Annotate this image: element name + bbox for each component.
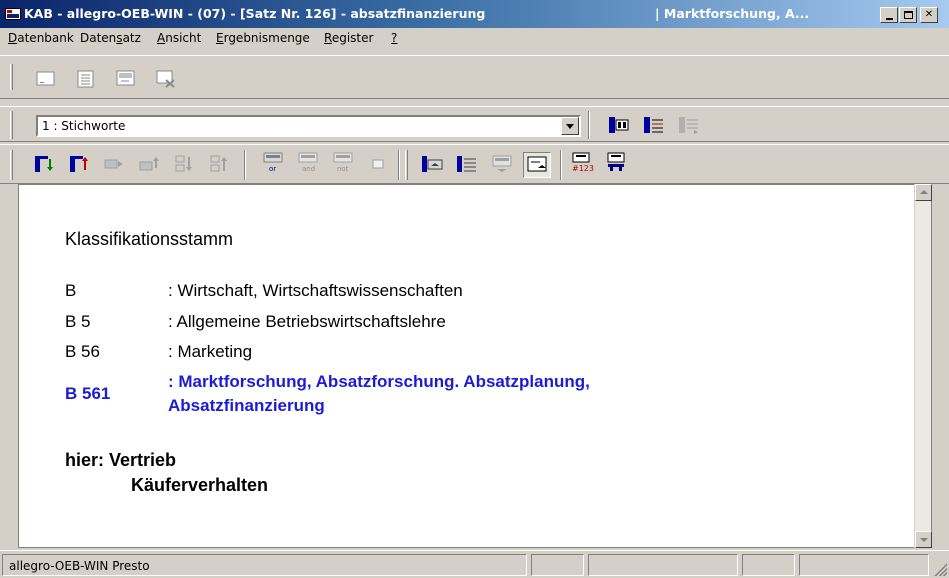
list-view-icon[interactable] <box>75 69 97 89</box>
sort-down-icon[interactable] <box>34 154 56 174</box>
class-code: B 56 <box>65 342 100 361</box>
move-right-icon[interactable] <box>104 154 126 174</box>
toolbar-grip[interactable] <box>10 150 13 180</box>
menu-help[interactable]: ? <box>391 31 397 45</box>
set-empty-icon[interactable] <box>367 154 389 174</box>
record-number-label: #123 <box>572 164 594 173</box>
class-text: : Marketing <box>168 342 253 361</box>
toolbar-separator <box>244 150 246 180</box>
window-title: KAB - allegro-OEB-WIN - (07) - [Satz Nr.… <box>24 6 486 21</box>
maximize-icon <box>903 11 913 19</box>
key-icon[interactable] <box>605 152 627 172</box>
toolbar-separator <box>588 111 590 139</box>
toolbar-index: 1 : Stichworte <box>0 106 949 142</box>
scroll-down-button[interactable] <box>915 531 932 548</box>
display-short-icon[interactable] <box>491 154 513 174</box>
sort-a-icon[interactable] <box>174 154 196 174</box>
minimize-icon <box>885 17 893 20</box>
toolbar-grip[interactable] <box>10 111 13 139</box>
display-list-icon[interactable] <box>421 154 443 174</box>
menu-bar: Datenbank Datensatz Ansicht Ergebnismeng… <box>0 28 949 48</box>
title-bar[interactable]: KAB - allegro-OEB-WIN - (07) - [Satz Nr.… <box>0 0 949 28</box>
set-and-label: and <box>302 165 316 173</box>
display-window-icon[interactable] <box>523 152 551 178</box>
class-text: : Allgemeine Betriebswirtschaftslehre <box>168 312 446 331</box>
highlight-text-line2: Absatzfinanzierung <box>168 396 325 415</box>
set-or-label: or <box>269 165 277 173</box>
toolbar-separator <box>398 150 400 180</box>
menu-datensatz[interactable]: Datensatz <box>80 31 141 45</box>
sort-b-icon[interactable] <box>209 154 231 174</box>
highlight-code: B 561 <box>65 384 111 403</box>
menu-ansicht[interactable]: Ansicht <box>157 31 201 45</box>
hier-sub: Käuferverhalten <box>131 475 269 495</box>
edit-record-icon[interactable] <box>115 69 137 89</box>
index-combo[interactable]: 1 : Stichworte <box>36 115 581 137</box>
menu-datenbank[interactable]: Datenbank <box>8 31 74 45</box>
status-panel-main: allegro-OEB-WIN Presto <box>2 554 527 576</box>
class-text: : Wirtschaft, Wirtschaftswissenschaften <box>168 281 463 300</box>
record-number-icon[interactable]: #123 <box>570 152 594 173</box>
status-panel <box>799 554 929 576</box>
close-icon: ✕ <box>924 9 934 20</box>
status-text: allegro-OEB-WIN Presto <box>9 559 150 573</box>
status-panel <box>588 554 738 576</box>
move-up-icon[interactable] <box>139 154 161 174</box>
sort-up-icon[interactable] <box>69 154 91 174</box>
left-margin <box>0 184 18 548</box>
index-list-icon[interactable] <box>643 115 665 135</box>
chevron-down-icon[interactable] <box>561 117 579 135</box>
app-icon[interactable] <box>5 8 21 20</box>
toolbar-separator <box>560 150 562 180</box>
resize-grip-icon[interactable] <box>933 562 947 576</box>
set-not-label: not <box>337 165 349 173</box>
window-title-right: | Marktforschung, A... <box>655 6 810 21</box>
status-panel <box>742 554 795 576</box>
index-browse-icon[interactable] <box>678 115 700 135</box>
app-window: KAB - allegro-OEB-WIN - (07) - [Satz Nr.… <box>0 0 949 578</box>
vertical-scrollbar[interactable] <box>914 184 932 548</box>
set-or-icon[interactable]: or <box>262 152 284 173</box>
menu-ergebnismenge[interactable]: Ergebnismenge <box>216 31 310 45</box>
close-button[interactable]: ✕ <box>920 7 938 23</box>
class-code: B <box>65 281 77 300</box>
maximize-button[interactable] <box>899 7 917 23</box>
set-not-icon[interactable]: not <box>332 152 354 173</box>
highlight-text-line1: : Marktforschung, Absatzforschung. Absat… <box>168 372 590 391</box>
scroll-up-button[interactable] <box>915 184 932 201</box>
status-panel <box>531 554 584 576</box>
toolbar-records <box>0 55 949 99</box>
toolbar-grip[interactable] <box>405 150 408 180</box>
menu-register[interactable]: Register <box>324 31 373 45</box>
set-and-icon[interactable]: and <box>297 152 319 173</box>
delete-record-icon[interactable] <box>155 69 177 89</box>
class-code: B 5 <box>65 312 91 331</box>
classification-heading: Klassifikationsstamm <box>65 229 234 249</box>
minimize-button[interactable] <box>880 7 898 23</box>
hier-label: hier: Vertrieb <box>65 450 177 470</box>
toolbar-results: or and not #123 <box>0 144 949 184</box>
new-record-icon[interactable] <box>35 69 57 89</box>
index-search-icon[interactable] <box>608 115 630 135</box>
display-full-icon[interactable] <box>456 154 478 174</box>
status-bar: allegro-OEB-WIN Presto <box>0 550 949 578</box>
toolbar-grip[interactable] <box>10 64 13 90</box>
index-combo-value: 1 : Stichworte <box>42 119 126 133</box>
